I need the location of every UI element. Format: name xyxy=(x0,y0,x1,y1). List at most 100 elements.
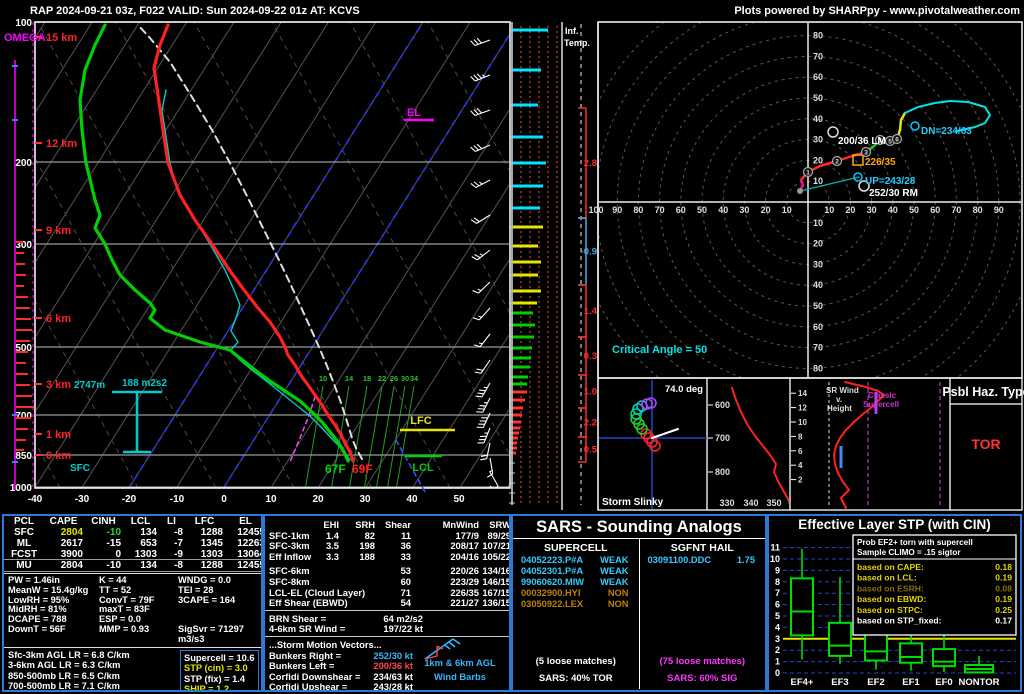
sars-match-row: 99060620.MIW WEAK xyxy=(521,577,629,587)
svg-text:10: 10 xyxy=(813,176,823,186)
sars-supercell-column: SUPERCELL 04052223.P#A WEAK 04052301.P#A WE… xyxy=(513,539,639,689)
svg-text:SR Wind: SR Wind xyxy=(826,386,859,395)
svg-text:700: 700 xyxy=(715,433,730,443)
svg-text:226/35: 226/35 xyxy=(865,157,896,168)
sars-match-row: 04052301.P#A WEAK xyxy=(521,566,629,576)
kin-row: SFC-8km 60 223/29 146/15 xyxy=(269,575,511,587)
svg-text:100: 100 xyxy=(588,205,603,215)
svg-text:350: 350 xyxy=(766,498,781,508)
svg-text:0 km: 0 km xyxy=(46,450,71,462)
svg-text:EF2: EF2 xyxy=(867,677,884,688)
svg-text:10: 10 xyxy=(824,205,834,215)
svg-text:0.17: 0.17 xyxy=(995,616,1012,626)
brn-shear-value: 64 m2/s2 xyxy=(383,612,423,624)
kinematics-table: EHI SRH Shear MnWind SRW SFC-1km 1.4 82 11 177/9 8… xyxy=(265,519,509,608)
parcel-row-mu: MU 2804 -10 134 -8 1288 12455 xyxy=(4,559,261,572)
thermo-indices: PW = 1.46in MeanW = 15.4g/kg LowRH = 95% Mi… xyxy=(4,575,261,645)
svg-text:90: 90 xyxy=(612,205,622,215)
svg-text:12: 12 xyxy=(798,404,807,413)
svg-text:22: 22 xyxy=(378,374,386,383)
svg-text:70: 70 xyxy=(655,205,665,215)
svg-text:Prob EF2+ torn with supercell: Prob EF2+ torn with supercell xyxy=(857,538,973,547)
sars-supercell-header: SUPERCELL xyxy=(543,542,608,554)
svg-text:-0.9: -0.9 xyxy=(581,247,597,258)
svg-text:0.5: 0.5 xyxy=(584,445,598,456)
inset-panels: 74.0 deg Storm Slinky 600 700 800 330 340 350 2 4… xyxy=(597,377,1024,511)
svg-text:based on EBWD:: based on EBWD: xyxy=(857,594,926,604)
brn-shear-row: BRN Shear = 64 m2/s2 xyxy=(265,613,509,624)
svg-text:0.18: 0.18 xyxy=(995,562,1012,572)
svg-text:4: 4 xyxy=(775,622,780,632)
sars-match-row: 03050922.LEX NON xyxy=(521,599,629,609)
thermo-col-2: K = 44 TT = 52 ConvT = 79F maxT = 83F ESP = … xyxy=(98,575,155,634)
svg-text:6: 6 xyxy=(775,600,780,610)
svg-text:30: 30 xyxy=(359,494,371,505)
svg-text:800: 800 xyxy=(715,467,730,477)
svg-text:based on ESRH:: based on ESRH: xyxy=(857,583,924,593)
sars-title: SARS - Sounding Analogs xyxy=(513,516,765,539)
svg-text:8: 8 xyxy=(775,577,780,587)
svg-text:18: 18 xyxy=(363,374,371,383)
svg-text:60: 60 xyxy=(813,72,823,82)
svg-text:20: 20 xyxy=(312,494,324,505)
brn-shear-label: BRN Shear = xyxy=(269,612,327,624)
sars-hail-result: SARS: 60% SIG xyxy=(667,673,738,684)
temperature-curve xyxy=(152,23,355,463)
svg-text:50: 50 xyxy=(453,494,465,505)
svg-text:Inf.: Inf. xyxy=(565,26,579,36)
svg-text:10: 10 xyxy=(770,554,780,564)
svg-text:3 km: 3 km xyxy=(46,379,71,391)
svg-text:5: 5 xyxy=(775,611,780,621)
svg-text:340: 340 xyxy=(743,498,758,508)
svg-text:40: 40 xyxy=(813,114,823,124)
svg-text:200/36 LM: 200/36 LM xyxy=(838,136,886,147)
svg-text:10: 10 xyxy=(265,494,277,505)
svg-text:850: 850 xyxy=(15,451,32,462)
svg-text:2: 2 xyxy=(835,159,839,166)
parcel-table-header: PCL CAPE CINH LCL LI LFC EL xyxy=(14,516,252,527)
svg-text:1000: 1000 xyxy=(10,483,33,494)
svg-text:Height: Height xyxy=(827,404,852,413)
stp-boxplot: 01 23 456 78 91011 EF4+ EF3 EF2 EF1 EF0 NONTOR Prob… xyxy=(770,534,1017,688)
kin-row: SFC-3km 3.5 198 36 208/17 107/21 xyxy=(269,540,511,552)
svg-text:14: 14 xyxy=(798,389,807,398)
svg-text:40: 40 xyxy=(406,494,418,505)
svg-text:20: 20 xyxy=(761,205,771,215)
svg-text:330: 330 xyxy=(719,498,734,508)
svg-text:based on CAPE:: based on CAPE: xyxy=(857,562,924,572)
svg-text:200: 200 xyxy=(15,158,32,169)
svg-text:SFC: SFC xyxy=(70,463,90,474)
svg-text:EF3: EF3 xyxy=(831,677,848,688)
svg-text:30: 30 xyxy=(813,259,823,269)
wind-barb-column xyxy=(470,37,502,488)
svg-text:30: 30 xyxy=(813,135,823,145)
kin-row: Eff Shear (EBWD) 54 221/27 136/15 xyxy=(269,597,511,609)
svg-text:80: 80 xyxy=(633,205,643,215)
svg-text:14: 14 xyxy=(345,374,354,383)
svg-text:-10: -10 xyxy=(170,494,185,505)
svg-text:70: 70 xyxy=(951,205,961,215)
svg-text:v.: v. xyxy=(836,395,842,404)
svg-text:Temp.: Temp. xyxy=(564,38,590,48)
svg-text:80: 80 xyxy=(973,205,983,215)
kinematics-panel: EHI SRH Shear MnWind SRW SFC-1km 1.4 82 11 177/9 8… xyxy=(263,514,511,692)
svg-text:10: 10 xyxy=(798,418,807,427)
svg-text:1.4: 1.4 xyxy=(584,306,598,317)
svg-text:0.19: 0.19 xyxy=(995,573,1012,583)
kin-row: LCL-EL (Cloud Layer) 71 226/35 167/15 xyxy=(269,586,511,598)
svg-text:50: 50 xyxy=(813,301,823,311)
svg-text:1: 1 xyxy=(806,170,810,177)
svg-text:NONTOR: NONTOR xyxy=(959,677,1000,688)
svg-text:EF1: EF1 xyxy=(902,677,920,688)
composite-indices-box: Supercell = 10.6 STP (cin) = 3.0 STP (fix)… xyxy=(180,649,259,690)
svg-text:8: 8 xyxy=(798,432,803,441)
parcel-row-fcst: FCST 3900 0 1303 -9 1303 13064 xyxy=(10,549,263,560)
svg-text:Supercell: Supercell xyxy=(863,400,899,409)
svg-text:0.19: 0.19 xyxy=(995,594,1012,604)
svg-text:7: 7 xyxy=(775,588,780,598)
svg-text:252/30 RM: 252/30 RM xyxy=(869,188,918,199)
svg-text:Storm Slinky: Storm Slinky xyxy=(602,497,664,508)
svg-text:50: 50 xyxy=(813,93,823,103)
svg-text:1.0: 1.0 xyxy=(584,387,597,398)
svg-text:LCL: LCL xyxy=(412,462,434,474)
